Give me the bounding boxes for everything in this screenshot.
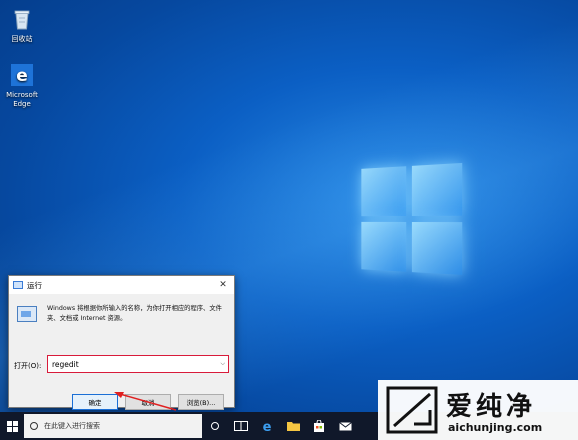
close-icon[interactable]: ✕ <box>212 280 234 290</box>
windows-start-icon <box>6 420 18 432</box>
windows-logo-wallpaper <box>361 162 464 277</box>
cortana-icon <box>211 422 219 430</box>
watermark: 爱纯净 aichunjing.com <box>378 380 578 440</box>
open-combobox[interactable]: ⌵ <box>47 355 229 373</box>
run-title-icon <box>13 281 23 289</box>
cortana-button[interactable] <box>202 412 228 440</box>
taskbar-explorer-button[interactable] <box>280 412 306 440</box>
dialog-title: 运行 <box>27 280 42 290</box>
desktop-icon-edge[interactable]: e Microsoft Edge <box>0 64 44 109</box>
run-dialog: 运行 ✕ Windows 将根据你所输入的名称，为你打开相应的程序、文件夹、文档… <box>8 275 235 410</box>
dialog-titlebar[interactable]: 运行 ✕ <box>9 276 234 294</box>
task-view-icon <box>234 421 248 431</box>
open-input[interactable] <box>48 359 208 369</box>
dialog-description: Windows 将根据你所输入的名称，为你打开相应的程序、文件夹、文档或 Int… <box>47 305 222 322</box>
svg-text:e: e <box>16 66 28 86</box>
desktop-icon-label: 回收站 <box>11 35 33 43</box>
taskbar-edge-button[interactable]: e <box>254 412 280 440</box>
watermark-url: aichunjing.com <box>448 421 543 434</box>
svg-text:e: e <box>263 420 272 432</box>
ok-button[interactable]: 确定 <box>72 394 118 410</box>
watermark-logo-icon <box>386 386 438 434</box>
edge-icon: e <box>11 64 33 86</box>
search-placeholder: 在此键入进行搜索 <box>44 422 100 430</box>
watermark-title: 爱纯净 <box>446 392 537 422</box>
mail-icon <box>338 421 352 430</box>
taskbar-search-box[interactable]: 在此键入进行搜索 <box>24 414 202 438</box>
search-icon <box>30 422 38 430</box>
desktop-icon-label: Microsoft Edge <box>6 91 38 108</box>
open-label: 打开(O): <box>14 362 42 370</box>
edge-icon: e <box>263 420 272 432</box>
taskbar-store-button[interactable] <box>306 412 332 440</box>
desktop-icon-recycle-bin[interactable]: 回收站 <box>0 8 44 44</box>
start-button[interactable] <box>0 412 24 440</box>
store-icon <box>314 420 324 432</box>
task-view-button[interactable] <box>228 412 254 440</box>
recycle-bin-icon <box>14 10 30 30</box>
run-program-icon <box>17 306 37 322</box>
chevron-down-icon[interactable]: ⌵ <box>220 360 225 368</box>
cancel-button[interactable]: 取消 <box>125 394 171 410</box>
folder-icon <box>286 422 300 431</box>
taskbar-mail-button[interactable] <box>332 412 358 440</box>
browse-button[interactable]: 浏览(B)... <box>178 394 224 410</box>
